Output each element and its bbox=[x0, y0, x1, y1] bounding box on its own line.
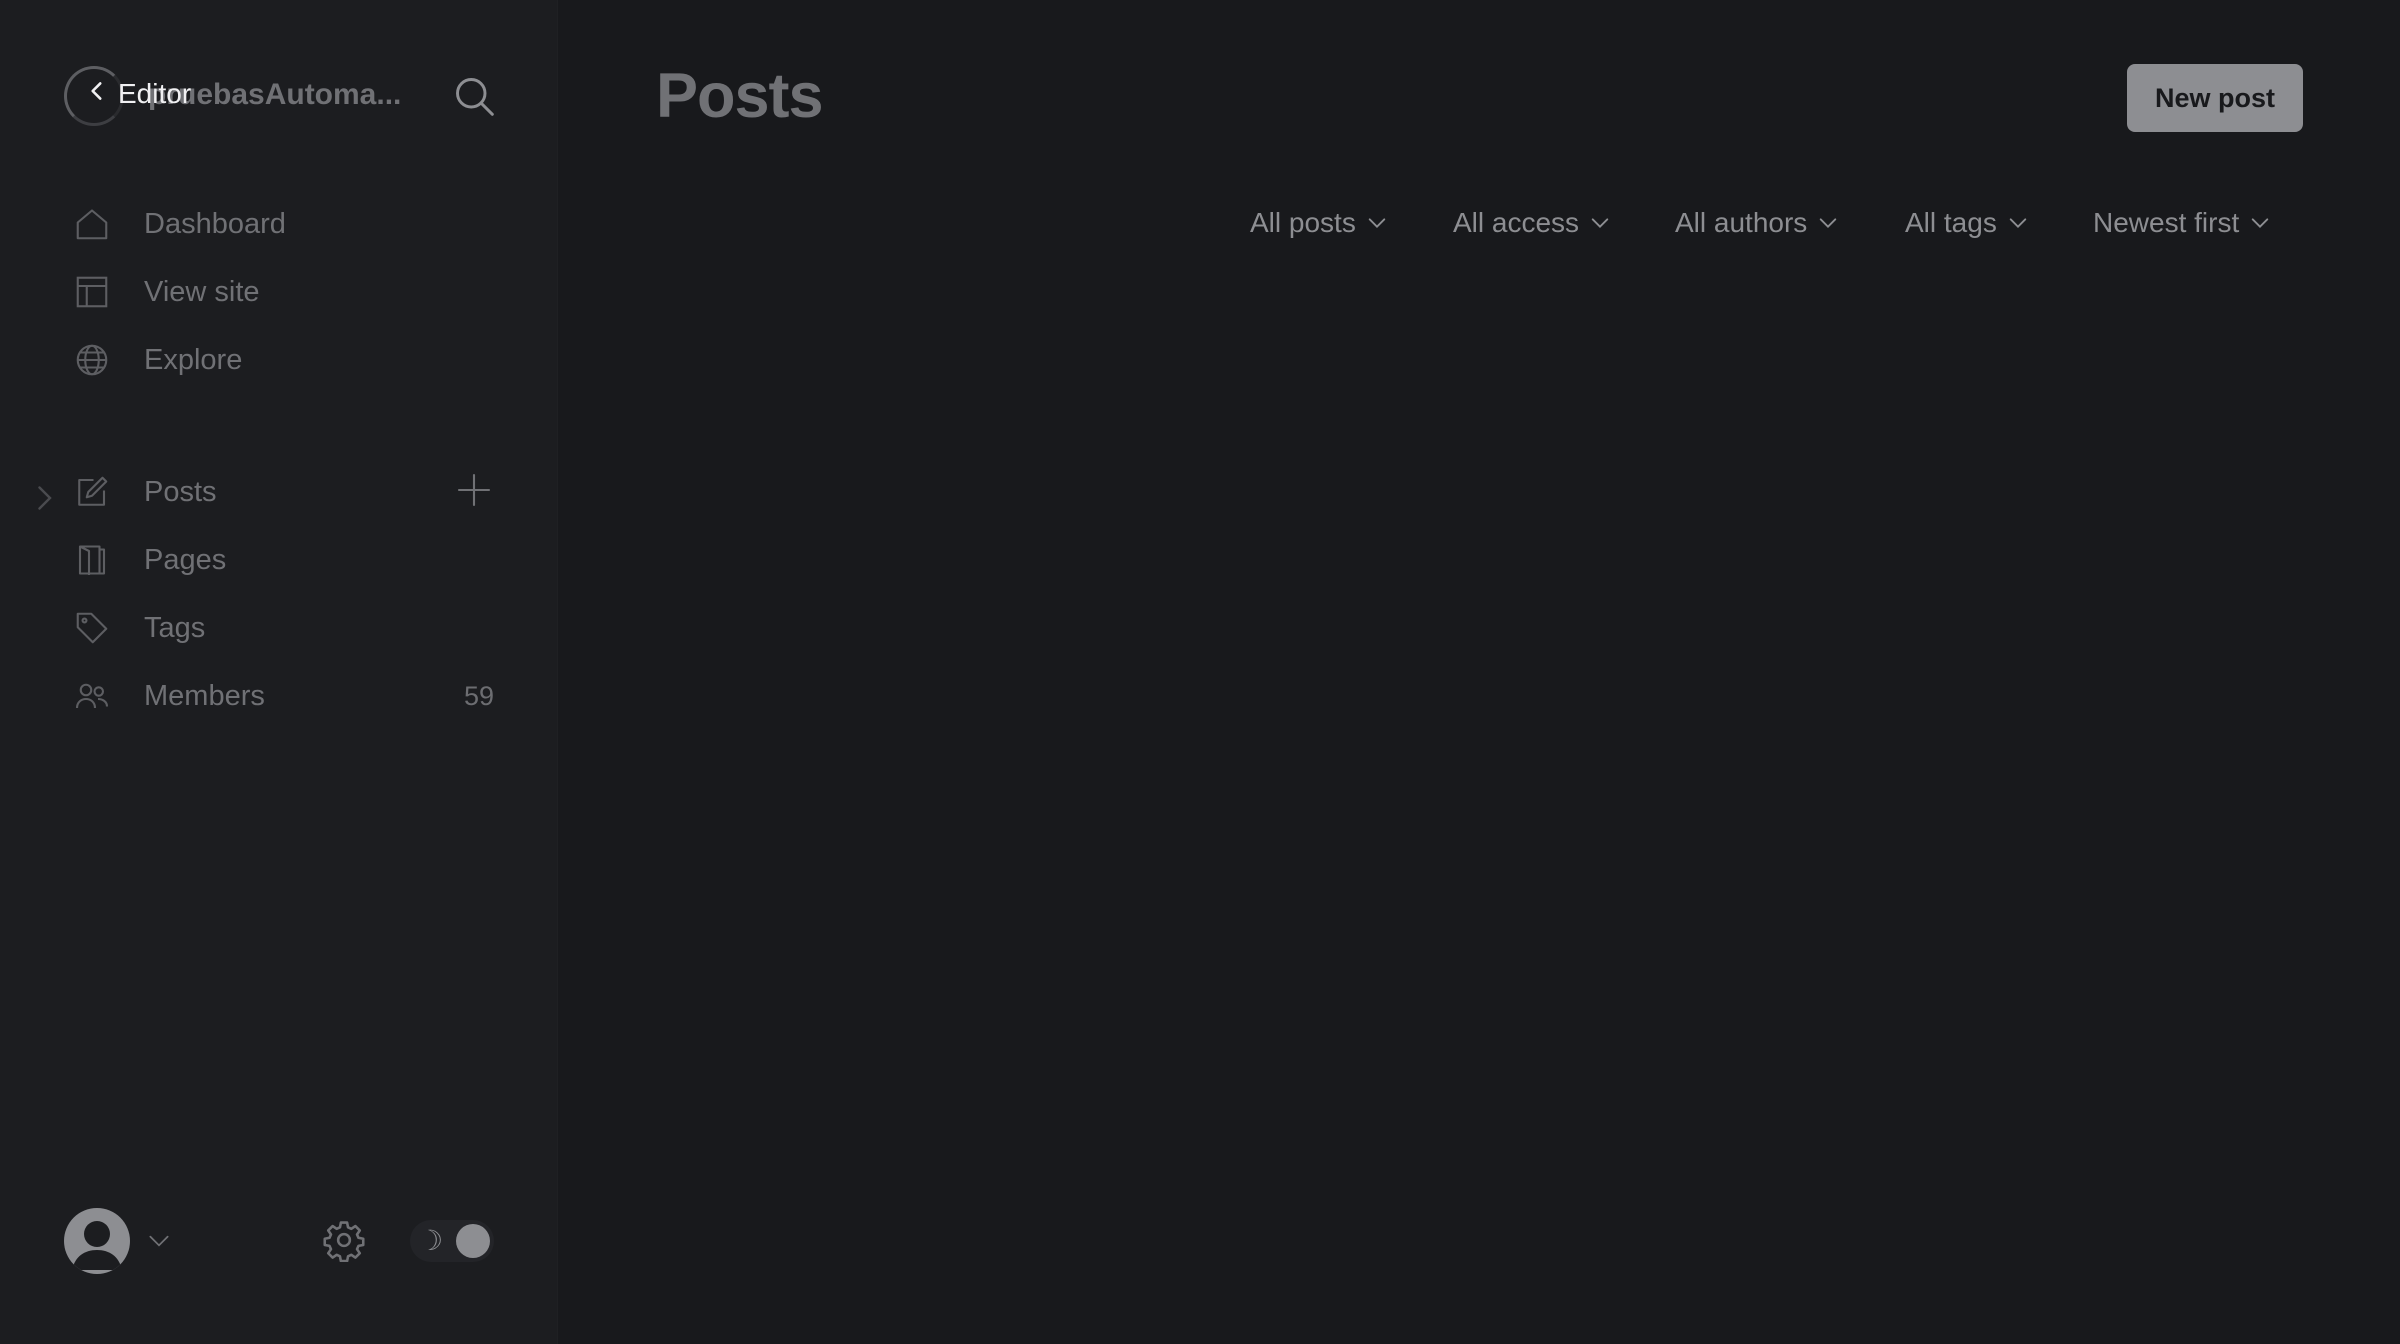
filter-label: All access bbox=[1453, 207, 1580, 238]
new-post-button[interactable]: New post bbox=[2127, 64, 2303, 132]
chevron-down-icon bbox=[1368, 218, 1386, 228]
sidebar-item-pages[interactable]: Pages bbox=[72, 526, 512, 594]
sort-order-dropdown[interactable]: Newest first bbox=[2093, 200, 2271, 246]
members-count-badge: 59 bbox=[463, 680, 494, 711]
gear-icon bbox=[323, 1221, 365, 1263]
avatar[interactable] bbox=[64, 1208, 130, 1274]
chevron-down-icon[interactable] bbox=[146, 1228, 172, 1254]
moon-icon: ☽ bbox=[418, 1224, 444, 1257]
search-button[interactable] bbox=[452, 74, 496, 118]
app-window: pruebasAutoma... Editor Dashboard View s… bbox=[0, 0, 2400, 1344]
chevron-down-icon bbox=[1820, 218, 1837, 228]
pencil-icon bbox=[72, 472, 112, 512]
sidebar-item-members[interactable]: Members 59 bbox=[72, 662, 512, 730]
toggle-knob bbox=[456, 1224, 490, 1258]
globe-icon bbox=[72, 340, 112, 380]
user-icon bbox=[72, 1221, 122, 1270]
chevron-down-icon bbox=[2009, 218, 2027, 228]
filter-authors-dropdown[interactable]: All authors bbox=[1675, 200, 1839, 246]
sidebar-item-label: Posts bbox=[144, 475, 217, 508]
site-header: pruebasAutoma... Editor bbox=[64, 64, 504, 128]
back-to-editor-link[interactable]: Editor bbox=[84, 74, 191, 114]
pages-icon bbox=[72, 540, 112, 580]
filter-tags-dropdown[interactable]: All tags bbox=[1905, 200, 2029, 246]
chevron-left-icon bbox=[84, 78, 110, 111]
add-post-button[interactable] bbox=[456, 472, 496, 512]
members-icon bbox=[72, 676, 112, 716]
sidebar-item-label: Explore bbox=[144, 343, 243, 376]
search-icon bbox=[456, 78, 494, 116]
chevron-down-icon bbox=[2252, 218, 2269, 228]
dark-mode-toggle[interactable]: ☽ bbox=[410, 1220, 494, 1262]
filter-label: All authors bbox=[1675, 207, 1808, 238]
filter-label: All posts bbox=[1250, 207, 1356, 238]
sidebar-item-posts[interactable]: Posts bbox=[38, 458, 512, 526]
filter-label: All tags bbox=[1905, 207, 1997, 238]
sidebar-item-label: Pages bbox=[144, 543, 227, 576]
sidebar-item-view-site[interactable]: View site bbox=[72, 258, 512, 326]
back-to-editor-label: Editor bbox=[118, 78, 192, 109]
filter-label: Newest first bbox=[2093, 207, 2240, 238]
sidebar-item-explore[interactable]: Explore bbox=[72, 326, 512, 394]
sidebar-footer: ☽ bbox=[64, 1204, 504, 1276]
sidebar-item-label: View site bbox=[144, 275, 260, 308]
post-filters: All posts All access All authors All tag… bbox=[0, 200, 2400, 246]
sidebar-item-tags[interactable]: Tags bbox=[72, 594, 512, 662]
filter-access-dropdown[interactable]: All access bbox=[1453, 200, 1611, 246]
sidebar-item-label: Tags bbox=[144, 611, 206, 644]
page-title: Posts bbox=[656, 61, 824, 131]
layout-icon bbox=[72, 272, 112, 312]
sidebar-nav-main: Posts Pages Tags Members 59 bbox=[38, 458, 512, 730]
settings-button[interactable] bbox=[322, 1218, 366, 1263]
sidebar-item-label: Members bbox=[144, 679, 265, 712]
filter-type-dropdown[interactable]: All posts bbox=[1250, 200, 1388, 246]
tag-icon bbox=[72, 608, 112, 648]
chevron-right-icon[interactable] bbox=[26, 480, 52, 510]
plus-icon bbox=[457, 473, 491, 507]
chevron-down-icon bbox=[1591, 218, 1609, 228]
